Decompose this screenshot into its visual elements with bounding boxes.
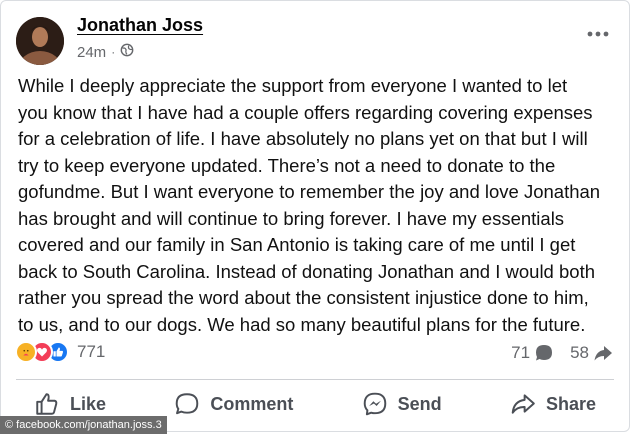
comment-button[interactable]: Comment (156, 384, 311, 424)
comments-count: 71 (511, 343, 531, 362)
send-label: Send (397, 393, 442, 414)
shares-count: 58 (570, 343, 589, 362)
messenger-icon (363, 392, 386, 416)
source-watermark: © facebook.com/jonathan.joss.3 (0, 416, 167, 434)
post-timestamp[interactable]: 24m (77, 44, 106, 61)
comment-bubble-icon (536, 345, 553, 361)
share-icon (511, 394, 535, 414)
post-text: While I deeply appreciate the support fr… (18, 75, 601, 335)
actions-divider (16, 379, 614, 380)
globe-icon (120, 43, 134, 61)
like-label: Like (70, 393, 107, 414)
engagement-counts: 71 58 (511, 343, 613, 363)
shares-count-link[interactable]: 58 (570, 343, 613, 363)
thumbs-up-icon (36, 393, 58, 415)
reactions-count: 771 (77, 342, 106, 361)
ellipsis-icon (587, 31, 609, 37)
more-options-button[interactable] (583, 23, 613, 45)
send-button[interactable]: Send (344, 384, 460, 424)
reactions-summary[interactable]: 771 (15, 341, 105, 363)
meta-separator: · (111, 45, 116, 59)
share-button[interactable]: Share (492, 384, 614, 424)
author-avatar[interactable] (16, 17, 64, 65)
author-name[interactable]: Jonathan Joss (77, 15, 203, 36)
comment-icon (176, 393, 199, 415)
care-icon (15, 341, 37, 363)
share-arrow-icon (594, 346, 612, 361)
post-meta: 24m · (77, 43, 134, 61)
post-card: Jonathan Joss 24m · While I deeply appre… (0, 0, 630, 432)
share-label: Share (545, 393, 596, 414)
comments-count-link[interactable]: 71 (511, 343, 554, 363)
comment-label: Comment (210, 393, 294, 414)
